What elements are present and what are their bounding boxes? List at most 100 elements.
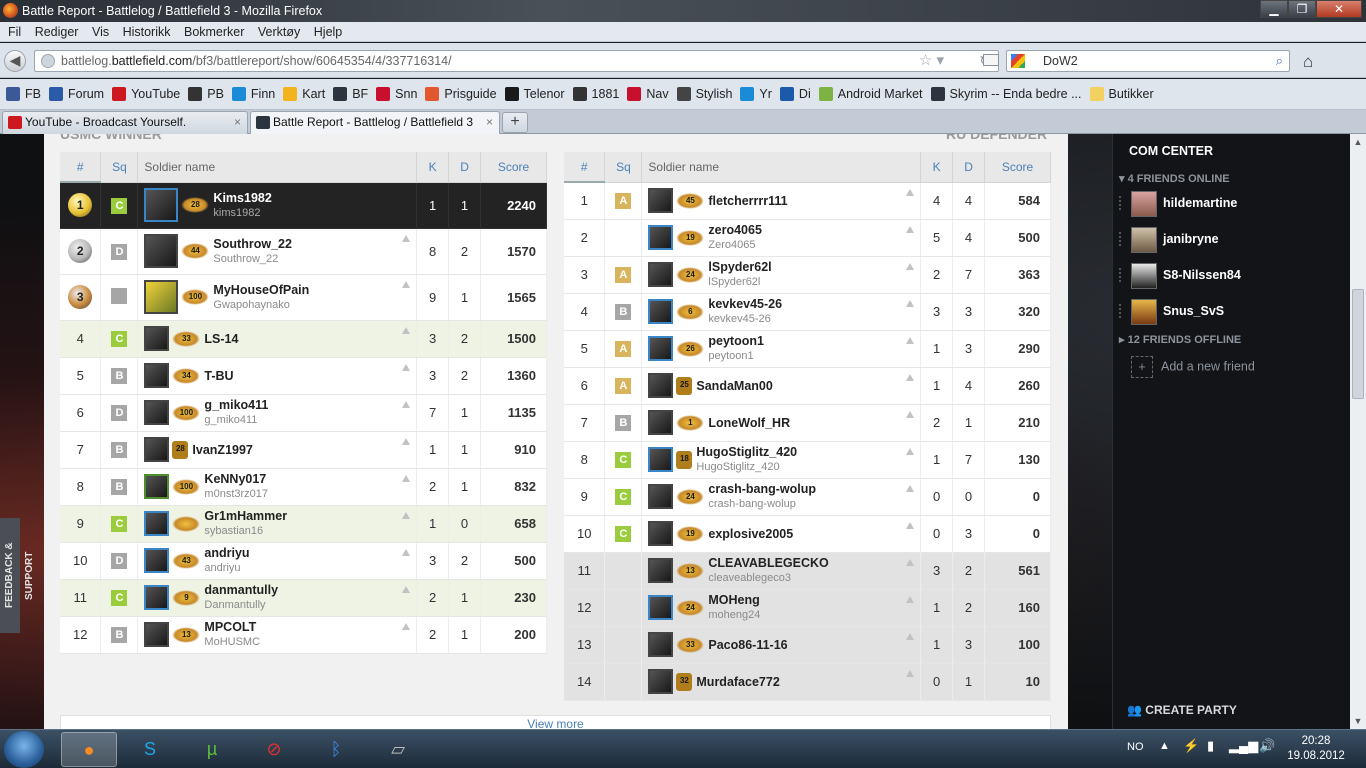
soldier-cell[interactable]: 25 SandaMan00 bbox=[641, 367, 922, 405]
soldier-name[interactable]: KeNNy017 bbox=[204, 472, 266, 486]
avatar[interactable] bbox=[648, 484, 674, 509]
home-icon[interactable]: ⌂ bbox=[1303, 52, 1313, 72]
soldier-name[interactable]: CLEAVABLEGECKO bbox=[708, 556, 828, 570]
bookmark-item[interactable]: Forum bbox=[48, 79, 104, 109]
soldier-name[interactable]: Kims1982 bbox=[213, 191, 271, 205]
avatar[interactable] bbox=[144, 326, 170, 351]
soldier-name[interactable]: IvanZ1997 bbox=[192, 443, 252, 457]
back-button[interactable]: ◀ bbox=[4, 50, 26, 72]
bookmark-item[interactable]: Stylish bbox=[676, 79, 732, 109]
tray-device-icon[interactable]: ▮ bbox=[1207, 738, 1214, 754]
soldier-name[interactable]: Murdaface772 bbox=[696, 675, 779, 689]
menu-historikk[interactable]: Historikk bbox=[123, 25, 171, 39]
soldier-name[interactable]: MyHouseOfPain bbox=[213, 283, 309, 297]
bookmark-item[interactable]: 1881 bbox=[572, 79, 619, 109]
page-scrollbar[interactable]: ▲ ▼ bbox=[1350, 134, 1366, 729]
soldier-name[interactable]: danmantully bbox=[204, 583, 278, 597]
bookmark-item[interactable]: Android Market bbox=[818, 79, 923, 109]
soldier-name[interactable]: fletcherrrr111 bbox=[708, 194, 787, 208]
table-row[interactable]: 5 B 34 T-BU 3 2 1360 bbox=[60, 357, 547, 395]
col-score[interactable]: Score bbox=[480, 152, 547, 183]
url-bar[interactable]: battlelog.battlefield.com/bf3/battlerepo… bbox=[34, 50, 999, 72]
soldier-name[interactable]: LS-14 bbox=[204, 332, 238, 346]
bookmark-item[interactable]: Finn bbox=[231, 79, 275, 109]
minimize-button[interactable]: ▁ bbox=[1260, 0, 1288, 18]
col-deaths[interactable]: D bbox=[952, 152, 986, 183]
menu-verktoy[interactable]: Verktøy bbox=[258, 25, 300, 39]
soldier-cell[interactable]: 28 Kims1982 kims1982 bbox=[137, 182, 418, 229]
soldier-name[interactable]: g_miko411 bbox=[204, 398, 268, 412]
bookmark-item[interactable]: Nav bbox=[627, 79, 669, 109]
soldier-name[interactable]: HugoStiglitz_420 bbox=[696, 445, 797, 459]
soldier-cell[interactable]: 33 Paco86-11-16 bbox=[641, 626, 922, 664]
table-row[interactable]: 8 C 18 HugoStiglitz_420 HugoStiglitz_420 1 7 13… bbox=[564, 441, 1051, 479]
soldier-name[interactable]: Paco86-11-16 bbox=[708, 638, 787, 652]
taskbar-blocked-icon[interactable]: ⊘ bbox=[246, 732, 302, 767]
friends-offline-header[interactable]: ▸ 12 FRIENDS OFFLINE bbox=[1119, 333, 1241, 346]
report-icon[interactable] bbox=[402, 511, 411, 519]
soldier-name[interactable]: SandaMan00 bbox=[696, 379, 772, 393]
soldier-name[interactable]: lSpyder62l bbox=[708, 260, 771, 274]
col-squad[interactable]: Sq bbox=[604, 152, 643, 183]
table-row[interactable]: 4 C 33 LS-14 3 2 1500 bbox=[60, 320, 547, 358]
report-icon[interactable] bbox=[906, 558, 915, 566]
soldier-cell[interactable]: 19 explosive2005 bbox=[641, 515, 922, 553]
report-icon[interactable] bbox=[402, 585, 411, 593]
avatar[interactable] bbox=[648, 299, 674, 324]
avatar[interactable] bbox=[648, 373, 674, 398]
col-kills[interactable]: K bbox=[416, 152, 450, 183]
avatar[interactable] bbox=[648, 410, 674, 435]
report-icon[interactable] bbox=[402, 363, 411, 371]
soldier-name[interactable]: LoneWolf_HR bbox=[708, 416, 790, 430]
table-row[interactable]: 5 A 26 peytoon1 peytoon1 1 3 290 bbox=[564, 330, 1051, 368]
report-icon[interactable] bbox=[906, 447, 915, 455]
report-icon[interactable] bbox=[402, 280, 411, 288]
avatar[interactable] bbox=[144, 437, 170, 462]
google-icon[interactable] bbox=[1011, 54, 1025, 68]
table-row[interactable]: 2 D 44 Southrow_22 Southrow_22 8 2 1570 bbox=[60, 228, 547, 275]
menu-vis[interactable]: Vis bbox=[92, 25, 109, 39]
bookmark-star-icon[interactable]: ☆ ▾ bbox=[919, 51, 944, 71]
taskbar-utorrent-icon[interactable]: µ bbox=[184, 732, 240, 767]
bookmark-item[interactable]: Butikker bbox=[1089, 79, 1154, 109]
avatar[interactable] bbox=[648, 632, 674, 657]
report-icon[interactable] bbox=[402, 548, 411, 556]
tray-volume-icon[interactable]: 🔊 bbox=[1259, 738, 1275, 754]
soldier-cell[interactable]: 43 andriyu andriyu bbox=[137, 542, 418, 580]
scroll-thumb[interactable] bbox=[1352, 289, 1364, 399]
bookmark-item[interactable]: Yr bbox=[740, 79, 772, 109]
soldier-cell[interactable]: 1 LoneWolf_HR bbox=[641, 404, 922, 442]
report-icon[interactable] bbox=[906, 669, 915, 677]
bookmark-item[interactable]: Telenor bbox=[504, 79, 565, 109]
start-button[interactable] bbox=[4, 731, 44, 768]
avatar[interactable] bbox=[648, 188, 674, 213]
avatar[interactable] bbox=[648, 521, 674, 546]
col-soldier[interactable]: Soldier name bbox=[137, 152, 418, 183]
avatar[interactable] bbox=[648, 336, 674, 361]
bookmark-item[interactable]: PB bbox=[188, 79, 224, 109]
table-row[interactable]: 3 A 24 lSpyder62l lSpyder62l 2 7 363 bbox=[564, 256, 1051, 294]
soldier-cell[interactable]: 100 MyHouseOfPain Gwapohaynako bbox=[137, 274, 418, 321]
tab-youtube[interactable]: YouTube - Broadcast Yourself. × bbox=[2, 111, 248, 134]
avatar[interactable] bbox=[648, 447, 674, 472]
soldier-name[interactable]: explosive2005 bbox=[708, 527, 793, 541]
taskbar-ps3-icon[interactable]: ▱ bbox=[370, 732, 426, 767]
report-icon[interactable] bbox=[906, 299, 915, 307]
table-row[interactable]: 9 C Gr1mHammer sybastian16 1 0 658 bbox=[60, 505, 547, 543]
table-row[interactable]: 9 C 24 crash-bang-wolup crash-bang-wolup 0 0 0 bbox=[564, 478, 1051, 516]
table-row[interactable]: 13 33 Paco86-11-16 1 3 100 bbox=[564, 626, 1051, 664]
friends-online-header[interactable]: ▾ 4 FRIENDS ONLINE bbox=[1119, 172, 1230, 185]
bookmark-item[interactable]: Di bbox=[779, 79, 811, 109]
soldier-cell[interactable]: 18 HugoStiglitz_420 HugoStiglitz_420 bbox=[641, 441, 922, 479]
clock[interactable]: 20:28 19.08.2012 bbox=[1280, 734, 1352, 764]
table-row[interactable]: 4 B 6 kevkev45-26 kevkev45-26 3 3 320 bbox=[564, 293, 1051, 331]
soldier-cell[interactable]: 6 kevkev45-26 kevkev45-26 bbox=[641, 293, 922, 331]
tab-battle-report[interactable]: Battle Report - Battlelog / Battlefield … bbox=[250, 111, 500, 134]
taskbar-bluetooth-icon[interactable]: ᛒ bbox=[308, 732, 364, 767]
soldier-cell[interactable]: 13 CLEAVABLEGECKO cleaveablegeco3 bbox=[641, 552, 922, 590]
avatar[interactable] bbox=[648, 558, 674, 583]
table-row[interactable]: 8 B 100 KeNNy017 m0nst3rz017 2 1 832 bbox=[60, 468, 547, 506]
table-row[interactable]: 14 32 Murdaface772 0 1 10 bbox=[564, 663, 1051, 701]
soldier-cell[interactable]: 13 MPCOLT MoHUSMC bbox=[137, 616, 418, 654]
search-input[interactable]: DoW2 ⌕ bbox=[1006, 50, 1290, 72]
